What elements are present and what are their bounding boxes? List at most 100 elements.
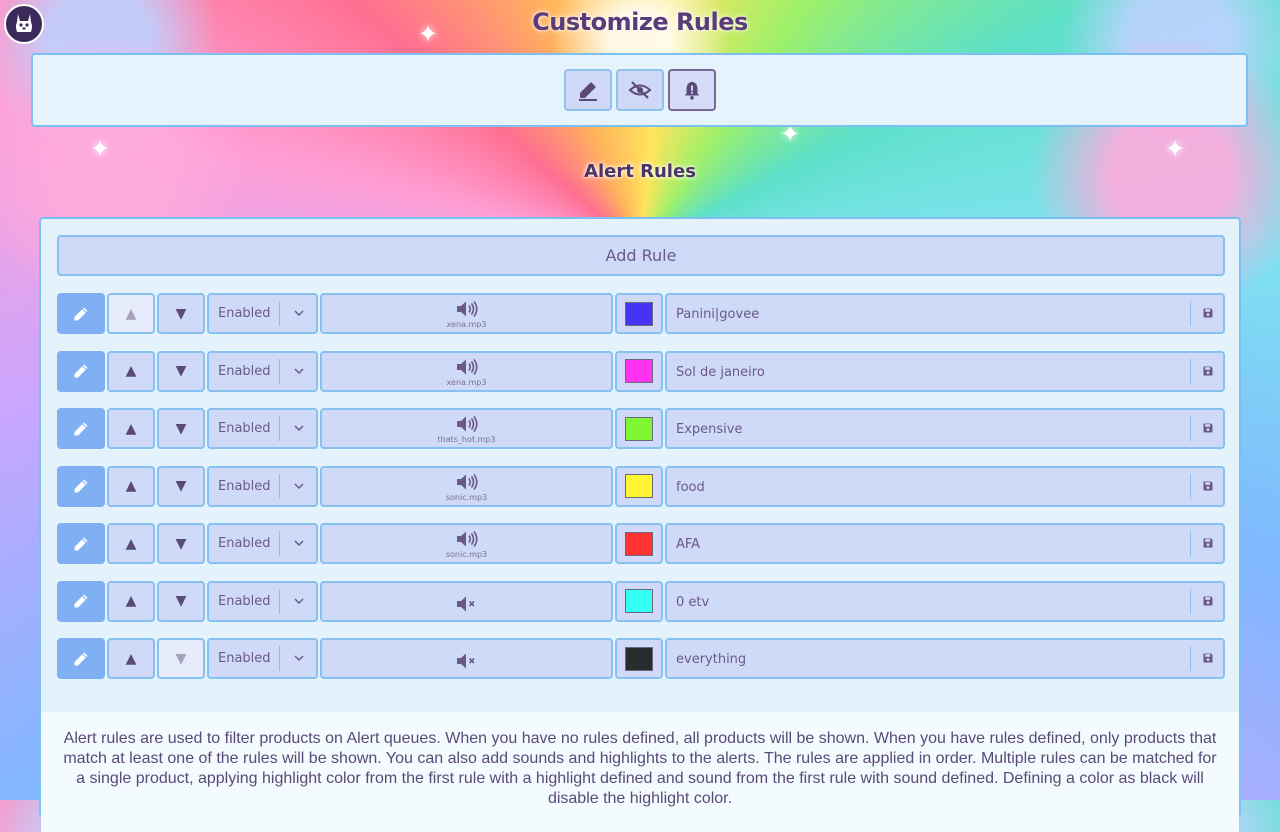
color-picker-button[interactable] — [615, 408, 663, 449]
edit-rule-button[interactable] — [57, 638, 105, 679]
status-select[interactable]: Enabled — [207, 465, 318, 507]
sound-file-name: sonic.mp3 — [445, 492, 488, 502]
color-picker-button[interactable] — [615, 293, 663, 334]
hide-rules-tab[interactable] — [615, 69, 664, 111]
status-select-value: Enabled — [218, 651, 271, 666]
keyword-field[interactable]: food — [665, 465, 1225, 507]
move-up-button[interactable]: ▲ — [107, 350, 155, 392]
status-select[interactable]: Enabled — [207, 293, 318, 334]
chevron-down-icon — [294, 655, 304, 662]
add-rule-button[interactable]: Add Rule — [57, 235, 1225, 276]
status-select[interactable]: Enabled — [207, 523, 318, 564]
status-select[interactable]: Enabled — [207, 408, 318, 449]
keyword-field[interactable]: Sol de janeiro — [665, 350, 1225, 392]
select-divider — [279, 588, 280, 614]
color-swatch — [625, 589, 653, 613]
sound-picker-button[interactable]: sonic.mp3 — [320, 465, 613, 507]
sound-picker-button[interactable]: xena.mp3 — [320, 350, 613, 392]
move-up-button[interactable]: ▲ — [107, 408, 155, 449]
highlight-rules-tab[interactable] — [563, 69, 612, 111]
edit-rule-button[interactable] — [57, 350, 105, 392]
color-picker-button[interactable] — [615, 580, 663, 622]
save-icon[interactable] — [1203, 423, 1213, 433]
color-swatch — [625, 416, 653, 441]
move-down-button[interactable]: ▼ — [157, 523, 205, 564]
select-divider — [279, 358, 280, 384]
move-down-button[interactable]: ▼ — [157, 408, 205, 449]
keyword-field[interactable]: AFA — [665, 523, 1225, 564]
volume-up-icon-wrap — [322, 530, 611, 552]
pencil-icon — [74, 652, 88, 665]
edit-rule-button[interactable] — [57, 408, 105, 449]
keyword-value: Expensive — [676, 422, 743, 437]
volume-up-icon-wrap — [322, 415, 611, 437]
triangle-up-icon: ▲ — [125, 305, 137, 322]
keyword-field[interactable]: everything — [665, 638, 1225, 679]
move-down-button[interactable]: ▼ — [157, 293, 205, 334]
volume-up-icon-wrap — [322, 473, 611, 495]
status-select[interactable]: Enabled — [207, 638, 318, 679]
color-picker-button[interactable] — [615, 638, 663, 679]
color-picker-button[interactable] — [615, 523, 663, 564]
chevron-down-icon — [294, 482, 304, 489]
triangle-down-icon: ▼ — [175, 420, 187, 437]
save-icon[interactable] — [1203, 366, 1213, 376]
save-icon[interactable] — [1203, 538, 1213, 548]
page-title: Customize Rules — [532, 8, 748, 36]
color-picker-button[interactable] — [615, 465, 663, 507]
pencil-icon — [578, 82, 597, 101]
edit-rule-button[interactable] — [57, 465, 105, 507]
save-icon[interactable] — [1203, 596, 1213, 606]
status-select-value: Enabled — [218, 536, 271, 551]
sound-picker-button[interactable] — [320, 638, 613, 679]
status-select[interactable]: Enabled — [207, 350, 318, 392]
move-down-button[interactable]: ▼ — [157, 638, 205, 679]
sound-picker-button[interactable] — [320, 580, 613, 622]
select-divider — [279, 416, 280, 441]
keyword-field[interactable]: Panini|govee — [665, 293, 1225, 334]
sparkle-decoration: ✦ — [1165, 135, 1186, 163]
save-icon[interactable] — [1203, 653, 1213, 663]
move-up-button[interactable]: ▲ — [107, 638, 155, 679]
rule-row: ▲ ▼ Enabled xena.mp3 Panini|govee — [57, 293, 1225, 334]
sound-picker-button[interactable]: xena.mp3 — [320, 293, 613, 334]
save-icon[interactable] — [1203, 481, 1213, 491]
alert-rules-tab[interactable] — [667, 69, 716, 111]
edit-rule-button[interactable] — [57, 523, 105, 564]
move-down-button[interactable]: ▼ — [157, 465, 205, 507]
keyword-value: Sol de janeiro — [676, 364, 765, 380]
move-down-button[interactable]: ▼ — [157, 350, 205, 392]
triangle-down-icon: ▼ — [175, 305, 187, 322]
triangle-up-icon: ▲ — [125, 535, 137, 552]
rule-row: ▲ ▼ Enabled everything — [57, 638, 1225, 679]
color-swatch — [625, 359, 653, 383]
rule-row: ▲ ▼ Enabled sonic.mp3 food — [57, 465, 1225, 507]
move-up-button[interactable]: ▲ — [107, 580, 155, 622]
color-picker-button[interactable] — [615, 350, 663, 392]
triangle-up-icon: ▲ — [125, 363, 137, 379]
pencil-icon — [74, 364, 88, 378]
select-divider — [279, 473, 280, 499]
section-title: Alert Rules — [584, 161, 696, 182]
chevron-down-icon — [294, 367, 304, 374]
keyword-field[interactable]: Expensive — [665, 408, 1225, 449]
status-select[interactable]: Enabled — [207, 580, 318, 622]
pencil-icon — [74, 537, 88, 550]
color-swatch — [625, 474, 653, 498]
sound-file-name: xena.mp3 — [446, 377, 487, 387]
keyword-field[interactable]: 0 etv — [665, 580, 1225, 622]
sound-picker-button[interactable]: thats_hot.mp3 — [320, 408, 613, 449]
move-down-button[interactable]: ▼ — [157, 580, 205, 622]
save-icon[interactable] — [1203, 308, 1213, 318]
move-up-button[interactable]: ▲ — [107, 465, 155, 507]
move-up-button[interactable]: ▲ — [107, 293, 155, 334]
edit-rule-button[interactable] — [57, 580, 105, 622]
edit-rule-button[interactable] — [57, 293, 105, 334]
triangle-down-icon: ▼ — [175, 535, 187, 552]
move-up-button[interactable]: ▲ — [107, 523, 155, 564]
color-swatch — [625, 301, 653, 326]
help-text: Alert rules are used to filter products … — [41, 712, 1239, 832]
sound-picker-button[interactable]: sonic.mp3 — [320, 523, 613, 564]
sound-file-name: sonic.mp3 — [445, 550, 488, 559]
eye-slash-icon — [628, 81, 651, 99]
